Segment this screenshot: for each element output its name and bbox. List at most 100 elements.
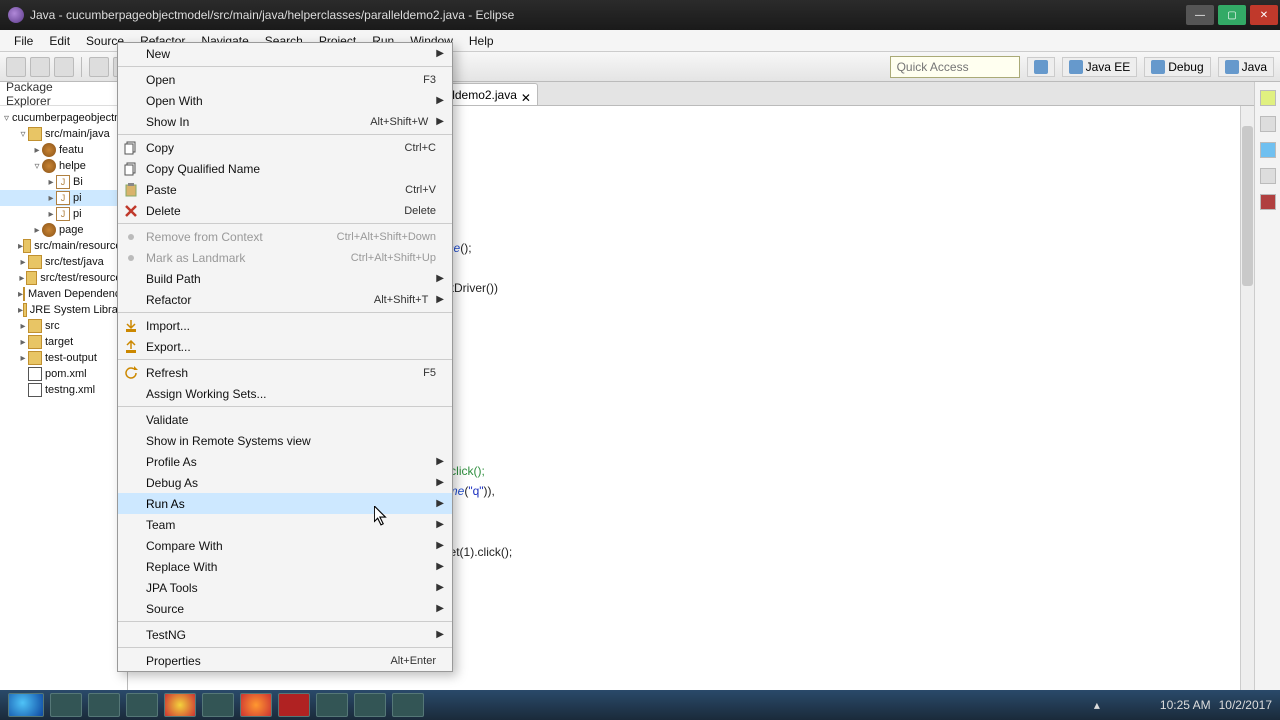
expand-icon[interactable]: ▸ (46, 193, 56, 204)
menu-item-copy-qualified-name[interactable]: Copy Qualified Name (118, 158, 452, 179)
tree-node[interactable]: ▸Bi (0, 174, 127, 190)
task-list-icon[interactable] (1260, 116, 1276, 132)
intellij-taskbar[interactable] (316, 693, 348, 717)
menu-item-show-in-remote-systems-view[interactable]: Show in Remote Systems view (118, 430, 452, 451)
menu-item-refactor[interactable]: RefactorAlt+Shift+T▶ (118, 289, 452, 310)
vertical-scrollbar[interactable] (1240, 106, 1254, 690)
jfile-icon (56, 191, 70, 205)
new-button[interactable] (6, 57, 26, 77)
scrollbar-thumb[interactable] (1242, 126, 1253, 286)
close-button[interactable]: ✕ (1250, 5, 1278, 25)
perspective-debug[interactable]: Debug (1144, 57, 1210, 77)
tree-node[interactable]: ▸pi (0, 190, 127, 206)
menu-item-profile-as[interactable]: Profile As▶ (118, 451, 452, 472)
network-icon[interactable] (1116, 698, 1130, 712)
gear-icon[interactable] (1260, 168, 1276, 184)
tray-up-icon[interactable]: ▴ (1094, 698, 1108, 712)
menu-item-copy[interactable]: CopyCtrl+C (118, 137, 452, 158)
firefox-taskbar[interactable] (240, 693, 272, 717)
menu-item-jpa-tools[interactable]: JPA Tools▶ (118, 577, 452, 598)
expand-icon[interactable]: ▸ (18, 273, 26, 284)
menu-item-properties[interactable]: PropertiesAlt+Enter (118, 650, 452, 671)
tree-node[interactable]: testng.xml (0, 382, 127, 398)
open-perspective-button[interactable] (1027, 57, 1055, 77)
tree-node[interactable]: ▸Maven Dependencies (0, 286, 127, 302)
minimize-button[interactable]: — (1186, 5, 1214, 25)
tree-node[interactable]: ▸test-output (0, 350, 127, 366)
menu-file[interactable]: File (6, 32, 41, 50)
problems-icon[interactable] (1260, 194, 1276, 210)
menu-item-testng[interactable]: TestNG▶ (118, 624, 452, 645)
debug-button[interactable] (89, 57, 109, 77)
menu-item-compare-with[interactable]: Compare With▶ (118, 535, 452, 556)
eclipse-taskbar[interactable] (354, 693, 386, 717)
tree-node[interactable]: pom.xml (0, 366, 127, 382)
menu-item-assign-working-sets[interactable]: Assign Working Sets... (118, 383, 452, 404)
menu-item-new[interactable]: New▶ (118, 43, 452, 64)
chrome-taskbar[interactable] (164, 693, 196, 717)
menu-item-open-with[interactable]: Open With▶ (118, 90, 452, 111)
adobe-taskbar[interactable] (278, 693, 310, 717)
tree-node[interactable]: ▸src/main/resources (0, 238, 127, 254)
menu-edit[interactable]: Edit (41, 32, 78, 50)
quick-access-input[interactable] (890, 56, 1020, 78)
tree-node[interactable]: ▸target (0, 334, 127, 350)
menu-item-build-path[interactable]: Build Path▶ (118, 268, 452, 289)
perspective-java[interactable]: Java (1218, 57, 1274, 77)
menu-item-replace-with[interactable]: Replace With▶ (118, 556, 452, 577)
expand-icon[interactable]: ▿ (4, 113, 9, 124)
ie-taskbar[interactable] (88, 693, 120, 717)
expand-icon[interactable]: ▸ (18, 353, 28, 364)
cmd-taskbar[interactable] (392, 693, 424, 717)
perspective-javaee[interactable]: Java EE (1062, 57, 1138, 77)
tree-node[interactable]: ▸src (0, 318, 127, 334)
expand-icon[interactable]: ▸ (18, 257, 28, 268)
menu-item-export[interactable]: Export... (118, 336, 452, 357)
collapse-all-icon[interactable] (91, 87, 105, 101)
notepad-taskbar[interactable] (126, 693, 158, 717)
submenu-arrow-icon: ▶ (436, 540, 444, 551)
tree-node[interactable]: ▿cucumberpageobjectmodel (0, 110, 127, 126)
tray-time[interactable]: 10:25 AM (1160, 698, 1211, 712)
expand-icon[interactable]: ▿ (18, 129, 28, 140)
menu-item-source[interactable]: Source▶ (118, 598, 452, 619)
tree-node[interactable]: ▸src/test/java (0, 254, 127, 270)
expand-icon[interactable]: ▸ (18, 337, 28, 348)
start-button[interactable] (8, 693, 44, 717)
paint-taskbar[interactable] (202, 693, 234, 717)
menu-item-refresh[interactable]: RefreshF5 (118, 362, 452, 383)
menu-item-import[interactable]: Import... (118, 315, 452, 336)
tree-node[interactable]: ▿helpe (0, 158, 127, 174)
menu-item-team[interactable]: Team▶ (118, 514, 452, 535)
tree-node[interactable]: ▿src/main/java (0, 126, 127, 142)
outline-icon[interactable] (1260, 90, 1276, 106)
expand-icon[interactable]: ▸ (46, 209, 56, 220)
tray-date[interactable]: 10/2/2017 (1219, 698, 1272, 712)
file-explorer-taskbar[interactable] (50, 693, 82, 717)
menu-item-debug-as[interactable]: Debug As▶ (118, 472, 452, 493)
tree-node[interactable]: ▸pi (0, 206, 127, 222)
search-icon[interactable] (1260, 142, 1276, 158)
volume-icon[interactable] (1138, 698, 1152, 712)
tree-node[interactable]: ▸page (0, 222, 127, 238)
save-all-button[interactable] (54, 57, 74, 77)
tree-node[interactable]: ▸featu (0, 142, 127, 158)
save-button[interactable] (30, 57, 50, 77)
menu-help[interactable]: Help (461, 32, 502, 50)
menu-item-run-as[interactable]: Run As▶ (118, 493, 452, 514)
menu-item-open[interactable]: OpenF3 (118, 69, 452, 90)
maximize-button[interactable]: ▢ (1218, 5, 1246, 25)
expand-icon[interactable]: ▸ (46, 177, 56, 188)
expand-icon[interactable]: ▸ (18, 321, 28, 332)
tree-node[interactable]: ▸JRE System Library (0, 302, 127, 318)
close-tab-icon[interactable]: ✕ (521, 91, 529, 99)
menu-item-show-in[interactable]: Show InAlt+Shift+W▶ (118, 111, 452, 132)
menu-item-validate[interactable]: Validate (118, 409, 452, 430)
expand-icon[interactable]: ▿ (32, 161, 42, 172)
menu-item-delete[interactable]: DeleteDelete (118, 200, 452, 221)
expand-icon[interactable]: ▸ (32, 145, 42, 156)
tree-node[interactable]: ▸src/test/resources (0, 270, 127, 286)
code-line: "q" (468, 484, 483, 498)
menu-item-paste[interactable]: PasteCtrl+V (118, 179, 452, 200)
expand-icon[interactable]: ▸ (32, 225, 42, 236)
